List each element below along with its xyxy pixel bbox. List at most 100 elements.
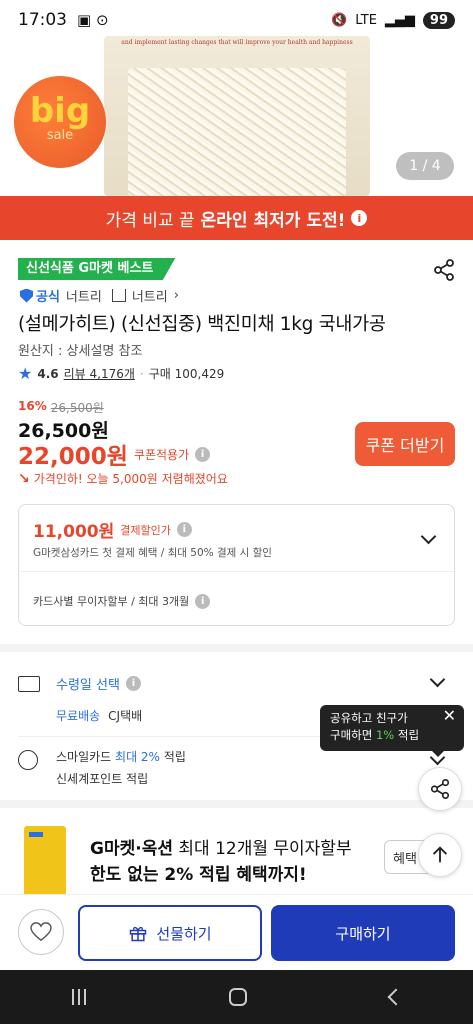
installment-text: 카드사별 무이자할부 / 최대 3개월 xyxy=(33,595,190,608)
share-icon[interactable] xyxy=(432,258,456,282)
section-divider xyxy=(0,644,473,652)
tooltip-line2-a: 구매하면 xyxy=(330,728,373,742)
gift-label: 선물하기 xyxy=(156,924,212,943)
info-icon[interactable]: i xyxy=(195,446,211,462)
card-discount-box[interactable]: 11,000원 결제할인가 i G마켓삼성카드 첫 결제 혜택 / 최대 50%… xyxy=(18,504,455,626)
truck-icon xyxy=(18,676,40,692)
credit-card-image xyxy=(24,826,66,896)
smile-card-points: 스마일카드 최대 2% 적립 xyxy=(56,748,186,765)
mute-icon: 🔇 xyxy=(331,12,348,28)
purchase-count: 구매 100,429 xyxy=(148,367,225,381)
recent-apps-icon[interactable] xyxy=(71,989,86,1005)
home-button-icon[interactable] xyxy=(228,988,247,1006)
promo-banner[interactable]: 가격 비교 끝 온라인 최저가 도전! i xyxy=(0,196,473,240)
share-icon xyxy=(430,779,450,799)
smile-card-suffix: 적립 xyxy=(163,750,186,764)
info-icon[interactable]: i xyxy=(351,210,368,226)
back-icon[interactable] xyxy=(387,988,404,1006)
store-chevron-icon: › xyxy=(173,288,179,303)
divider xyxy=(19,571,454,572)
down-arrow-icon: ↘ xyxy=(18,470,30,487)
discount-percent: 16% xyxy=(18,399,47,413)
chevron-up-icon xyxy=(432,846,448,863)
card-discount-label: 결제할인가 xyxy=(120,523,171,537)
coin-icon xyxy=(18,750,38,770)
coupon-price-label: 쿠폰적용가 xyxy=(133,447,190,462)
coupon-price: 22,000원 xyxy=(18,444,128,470)
card-discount-sub: G마켓삼성카드 첫 결제 혜택 / 최대 50% 결제 시 할인 xyxy=(33,547,272,559)
free-shipping-label: 무료배송 xyxy=(56,709,101,723)
home-icon xyxy=(111,289,126,302)
more-coupons-button[interactable]: 쿠폰 더받기 xyxy=(355,422,455,466)
share-fab[interactable] xyxy=(418,767,462,811)
status-bar: 17:03 ▣ ⊙ 🔇 LTE ▂▄▆ 99 xyxy=(0,0,473,40)
official-badge: 공식 xyxy=(20,286,60,305)
section-divider xyxy=(0,800,473,808)
smile-card-label: 스마일카드 xyxy=(56,750,112,764)
tooltip-line2-b: 적립 xyxy=(397,728,420,742)
best-badge: 신선식품 G마켓 베스트 xyxy=(18,258,176,280)
card-ad-banner[interactable]: G마켓·옥션 최대 12개월 무이자할부 한도 없는 2% 적립 혜택까지! 혜… xyxy=(0,808,473,896)
points-section[interactable]: 스마일카드 최대 2% 적립 신세계포인트 적립 xyxy=(18,748,455,788)
card-discount-top: 11,000원 결제할인가 i xyxy=(33,517,192,542)
reviews-link[interactable]: 리뷰 4,176개 xyxy=(64,365,135,382)
carrier-label: CJ택배 xyxy=(108,709,143,723)
price-drop-text: 가격인하! 오늘 5,000원 저렴해졌어요 xyxy=(33,472,228,486)
coupon-price-row: 22,000원 쿠폰적용가 i xyxy=(18,437,211,471)
ad-line2: 한도 없는 2% 적립 혜택까지! xyxy=(90,865,307,885)
info-icon[interactable]: i xyxy=(195,593,211,609)
noodle-window xyxy=(128,68,346,196)
store-link[interactable]: 너트리 xyxy=(132,286,168,305)
seller-row: 공식 너트리 너트리 › xyxy=(20,286,179,305)
status-right: 🔇 LTE ▂▄▆ 99 xyxy=(331,11,455,29)
delivery-sub-row: 무료배송 CJ택배 xyxy=(56,707,142,724)
shield-icon xyxy=(20,288,33,303)
ad-line1: G마켓·옥션 최대 12개월 무이자할부 xyxy=(90,834,352,859)
buy-button[interactable]: 구매하기 xyxy=(271,905,455,961)
big-sale-logo: big sale xyxy=(14,76,106,168)
heart-icon xyxy=(30,922,52,942)
chevron-down-icon[interactable] xyxy=(429,671,446,688)
close-icon[interactable]: ✕ xyxy=(443,707,456,724)
system-nav-bar xyxy=(0,970,473,1024)
bottom-action-bar: 선물하기 구매하기 xyxy=(0,894,473,970)
delivery-date-select[interactable]: 수령일 선택 xyxy=(56,674,120,693)
tooltip-line2: 구매하면 1% 적립 xyxy=(330,727,454,744)
product-image: and implement lasting changes that will … xyxy=(104,36,370,196)
image-pager: 1 / 4 xyxy=(396,152,454,180)
big-sale-big: big xyxy=(29,91,91,131)
promo-prefix: 가격 비교 끝 xyxy=(105,210,195,231)
seller-small: 너트리 xyxy=(65,290,102,305)
rating-row: ★ 4.6 리뷰 4,176개 · 구매 100,429 xyxy=(18,364,224,383)
gift-button[interactable]: 선물하기 xyxy=(78,905,262,961)
wishlist-button[interactable] xyxy=(18,909,64,955)
price-drop-notice: ↘ 가격인하! 오늘 5,000원 저렴해졌어요 xyxy=(18,470,228,487)
ad-line1-rest: 최대 12개월 무이자할부 xyxy=(178,839,352,859)
network-label: LTE xyxy=(355,12,377,28)
tooltip-rate: 1% xyxy=(375,728,395,742)
tooltip-line1: 공유하고 친구가 xyxy=(330,711,408,725)
scroll-top-fab[interactable] xyxy=(418,833,462,877)
discount-line: 16% 26,500원 xyxy=(18,399,104,416)
separator: · xyxy=(139,366,144,381)
installment-row: 카드사별 무이자할부 / 최대 3개월 i xyxy=(33,593,211,609)
gift-icon xyxy=(130,926,147,942)
ad-line1-bold: G마켓·옥션 xyxy=(90,839,173,859)
card-discount-price: 11,000원 xyxy=(33,522,115,542)
origin-text: 원산지 : 상세설명 참조 xyxy=(18,344,143,359)
status-icons: ▣ ⊙ xyxy=(77,11,109,29)
info-icon[interactable]: i xyxy=(125,676,141,691)
info-icon[interactable]: i xyxy=(176,522,192,537)
status-time: 17:03 xyxy=(18,10,67,30)
product-title: (설메가히트) (신선집중) 백진미채 1kg 국내가공 xyxy=(18,314,386,335)
rating-score: 4.6 xyxy=(37,366,59,381)
big-sale-sale: sale xyxy=(46,128,74,143)
chevron-down-icon[interactable] xyxy=(420,528,437,545)
battery-badge: 99 xyxy=(422,11,455,29)
official-label: 공식 xyxy=(36,290,60,305)
signal-icon: ▂▄▆ xyxy=(384,12,415,28)
promo-highlight: 온라인 최저가 도전! xyxy=(200,210,346,231)
shinsegae-points: 신세계포인트 적립 xyxy=(56,772,149,786)
star-icon: ★ xyxy=(18,364,33,383)
original-price: 26,500원 xyxy=(50,401,104,415)
